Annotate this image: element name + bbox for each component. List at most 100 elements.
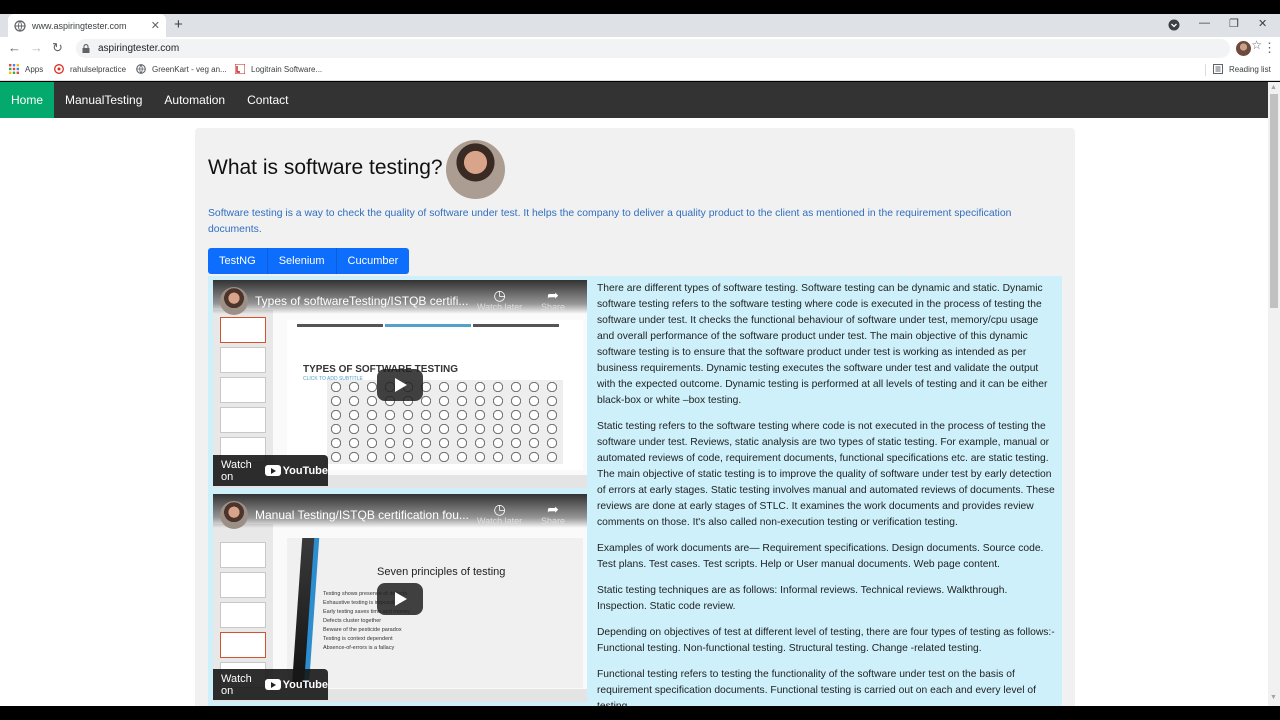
play-button-icon[interactable] xyxy=(377,369,423,401)
slide-thumbnail xyxy=(220,347,266,373)
tab-search-icon[interactable] xyxy=(1168,19,1180,31)
watch-on-label: Watch on xyxy=(221,458,252,483)
article-paragraph: Static testing techniques are as follows… xyxy=(597,585,1008,612)
article-paragraph: Static testing refers to the software te… xyxy=(597,421,1055,528)
tab-testng[interactable]: TestNG xyxy=(208,248,268,274)
restore-icon[interactable]: ❐ xyxy=(1229,17,1239,30)
nav-manualtesting[interactable]: ManualTesting xyxy=(54,82,153,118)
author-avatar xyxy=(446,140,505,199)
bookmarks-bar: Apps rahulselpractice GreenKart - veg an… xyxy=(0,60,1280,81)
scroll-down-icon[interactable]: ▼ xyxy=(1270,694,1277,701)
slide-thumbnail xyxy=(220,317,266,343)
nav-automation[interactable]: Automation xyxy=(153,82,236,118)
browser-toolbar: ← → ↻ aspiringtester.com ☆ ⋮ xyxy=(0,37,1280,60)
slide-heading: Seven principles of testing xyxy=(377,566,506,578)
reload-icon[interactable]: ↻ xyxy=(52,41,63,55)
youtube-logo-icon: YouTube xyxy=(264,678,328,691)
slide-bullet: Testing is context dependent xyxy=(323,636,393,642)
tab-cucumber[interactable]: Cucumber xyxy=(336,248,410,274)
bookmark-label: Apps xyxy=(25,64,44,74)
share-label: Share xyxy=(541,302,566,312)
share-button[interactable]: ➦ Share xyxy=(541,502,565,526)
slide-bullet: Absence-of-errors is a fallacy xyxy=(323,645,395,651)
page-viewport: Home ManualTesting Automation Contact Wh… xyxy=(0,82,1268,706)
back-icon[interactable]: ← xyxy=(8,41,21,55)
share-icon: ➦ xyxy=(547,287,559,303)
clock-icon: ◷ xyxy=(493,501,506,517)
forward-icon[interactable]: → xyxy=(30,41,43,55)
content-card: What is software testing? Software testi… xyxy=(195,128,1075,706)
tab-title: www.aspiringtester.com xyxy=(32,20,127,31)
site-favicon-icon xyxy=(54,64,64,74)
bookmark-logitrain[interactable]: Logitrain Software... xyxy=(235,64,322,74)
video-slide: TYPES OF SOFTWARE TESTING CLICK TO ADD S… xyxy=(287,320,583,470)
bookmark-apps[interactable]: Apps xyxy=(9,64,43,74)
slide-thumbnail xyxy=(220,542,266,568)
watch-later-label: Watch later xyxy=(477,516,523,526)
globe-icon xyxy=(136,64,146,74)
video-embed-manual-testing[interactable]: Seven principles of testing Testing show… xyxy=(213,494,587,702)
menu-icon[interactable]: ⋮ xyxy=(1263,40,1276,56)
lock-icon xyxy=(82,44,90,53)
slide-bullet: Defects cluster together xyxy=(323,618,382,624)
article-paragraph: Examples of work documents are— Requirem… xyxy=(597,543,1044,570)
slide-thumbnail xyxy=(220,632,266,658)
content-panel: TYPES OF SOFTWARE TESTING CLICK TO ADD S… xyxy=(208,276,1062,706)
share-icon: ➦ xyxy=(547,501,559,517)
slide-thumbnail xyxy=(220,407,266,433)
article-body: There are different types of software te… xyxy=(597,281,1055,706)
window-close-icon[interactable]: ✕ xyxy=(1258,17,1267,30)
watch-on-youtube-button[interactable]: Watch on YouTube xyxy=(213,455,328,486)
youtube-wordmark: YouTube xyxy=(282,678,328,691)
reading-list-button[interactable]: Reading list xyxy=(1205,64,1271,76)
channel-avatar[interactable] xyxy=(220,287,248,315)
slide-bullet: Beware of the pesticide paradox xyxy=(323,627,402,633)
video-title[interactable]: Manual Testing/ISTQB certification fou..… xyxy=(255,508,475,522)
channel-avatar[interactable] xyxy=(220,501,248,529)
article-paragraph: Functional testing refers to testing the… xyxy=(597,669,1037,706)
youtube-wordmark: YouTube xyxy=(282,464,328,477)
slide-accent-bar xyxy=(385,324,471,327)
tab-selenium[interactable]: Selenium xyxy=(267,248,337,274)
minimize-icon[interactable]: — xyxy=(1199,17,1210,29)
slide-image xyxy=(327,380,563,464)
new-tab-button[interactable]: + xyxy=(174,16,183,34)
reading-list-label: Reading list xyxy=(1229,64,1271,74)
page-scrollbar[interactable]: ▲ ▼ xyxy=(1268,82,1280,706)
bookmark-rahulselpractice[interactable]: rahulselpractice xyxy=(54,64,126,74)
browser-tab-strip: www.aspiringtester.com ✕ + — ❐ ✕ xyxy=(0,14,1280,37)
bookmark-label: rahulselpractice xyxy=(70,64,127,74)
tab-close-icon[interactable]: ✕ xyxy=(151,19,160,32)
browser-tab[interactable]: www.aspiringtester.com ✕ xyxy=(8,14,166,37)
intro-text: Software testing is a way to check the q… xyxy=(208,208,1012,235)
slide-thumbnail xyxy=(220,572,266,598)
video-embed-types-of-testing[interactable]: TYPES OF SOFTWARE TESTING CLICK TO ADD S… xyxy=(213,280,587,488)
watch-later-button[interactable]: ◷ Watch later xyxy=(477,502,522,526)
watch-on-label: Watch on xyxy=(221,672,252,697)
apps-grid-icon xyxy=(9,64,19,74)
share-label: Share xyxy=(541,516,566,526)
profile-avatar[interactable] xyxy=(1236,41,1251,56)
watch-on-youtube-button[interactable]: Watch on YouTube xyxy=(213,669,328,700)
nav-contact[interactable]: Contact xyxy=(236,82,299,118)
topic-tabs: TestNG Selenium Cucumber xyxy=(208,248,410,274)
scrollbar-thumb[interactable] xyxy=(1270,94,1278,308)
page-title: What is software testing? xyxy=(208,156,443,179)
reading-list-icon xyxy=(1213,64,1223,74)
watch-later-button[interactable]: ◷ Watch later xyxy=(477,288,522,312)
slide-thumbnail xyxy=(220,602,266,628)
bookmark-greenkart[interactable]: GreenKart - veg an... xyxy=(136,64,227,74)
nav-home[interactable]: Home xyxy=(0,82,55,118)
play-button-icon[interactable] xyxy=(377,583,423,615)
share-button[interactable]: ➦ Share xyxy=(541,288,565,312)
globe-icon xyxy=(14,19,26,32)
youtube-logo-icon: YouTube xyxy=(264,464,328,477)
bookmark-star-icon[interactable]: ☆ xyxy=(1251,38,1262,52)
slide-accent-bar xyxy=(473,324,559,327)
video-title[interactable]: Types of softwareTesting/ISTQB certifi..… xyxy=(255,294,475,308)
slide-thumbnail xyxy=(220,377,266,403)
logitrain-favicon-icon xyxy=(235,64,245,74)
watch-later-label: Watch later xyxy=(477,302,523,312)
scroll-up-icon[interactable]: ▲ xyxy=(1270,84,1277,91)
address-bar[interactable]: aspiringtester.com xyxy=(76,39,1230,58)
